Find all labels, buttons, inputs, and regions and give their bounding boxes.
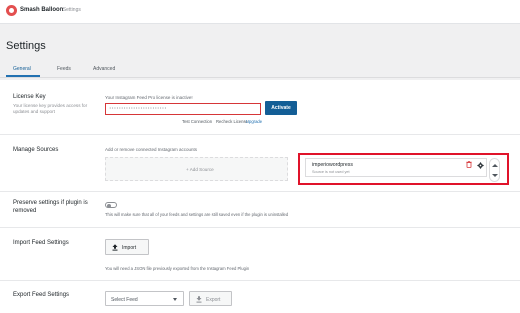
smash-balloon-logo-icon <box>6 5 17 16</box>
breadcrumb[interactable]: / Settings <box>60 7 81 13</box>
tab-general[interactable]: General <box>13 66 31 72</box>
export-button[interactable]: Export <box>189 291 232 306</box>
preserve-title: Preserve settings if plugin is removed <box>13 200 88 214</box>
tab-advanced[interactable]: Advanced <box>93 66 115 72</box>
license-key-input[interactable]: •••••••••••••••••••••••• <box>105 103 261 115</box>
chevron-down-icon <box>173 298 177 301</box>
import-button-label: Import <box>122 245 137 251</box>
preserve-toggle[interactable] <box>105 202 117 208</box>
brand-name: Smash Balloon <box>20 7 64 13</box>
sources-description: Add or remove connected Instagram accoun… <box>105 147 198 152</box>
export-row <box>0 281 520 313</box>
tab-feeds[interactable]: Feeds <box>57 66 71 72</box>
activate-button[interactable]: Activate <box>265 101 297 115</box>
page-title: Settings <box>6 40 46 52</box>
active-tab-indicator <box>6 75 40 77</box>
top-bar: Smash Balloon / Settings <box>0 0 520 24</box>
license-description: Your license key provides access for upd… <box>13 103 88 115</box>
download-icon <box>196 296 202 303</box>
add-source-label: + Add Source <box>186 167 214 172</box>
feed-select[interactable]: Select Feed <box>105 291 184 306</box>
import-button[interactable]: Import <box>105 239 149 255</box>
export-title: Export Feed Settings <box>13 292 70 298</box>
test-connection-link[interactable]: Test Connection <box>182 119 212 124</box>
import-row <box>0 228 520 281</box>
highlight-frame <box>298 153 509 185</box>
feed-select-label: Select Feed <box>111 297 138 303</box>
add-source-button[interactable]: + Add Source <box>105 157 288 181</box>
preserve-description: This will make sure that all of your fee… <box>105 212 289 217</box>
license-status: Your Instagram Feed Pro license is inact… <box>105 95 193 100</box>
recheck-license-link[interactable]: Recheck License <box>216 119 248 124</box>
sources-title: Manage Sources <box>13 147 59 153</box>
upload-icon <box>112 244 118 251</box>
license-title: License Key <box>13 94 46 100</box>
settings-tabs: General Feeds Advanced <box>0 60 520 78</box>
upgrade-link[interactable]: Upgrade <box>246 119 262 124</box>
import-title: Import Feed Settings <box>13 240 69 246</box>
import-description: You will need a JSON file previously exp… <box>105 266 250 271</box>
export-button-label: Export <box>206 297 221 303</box>
